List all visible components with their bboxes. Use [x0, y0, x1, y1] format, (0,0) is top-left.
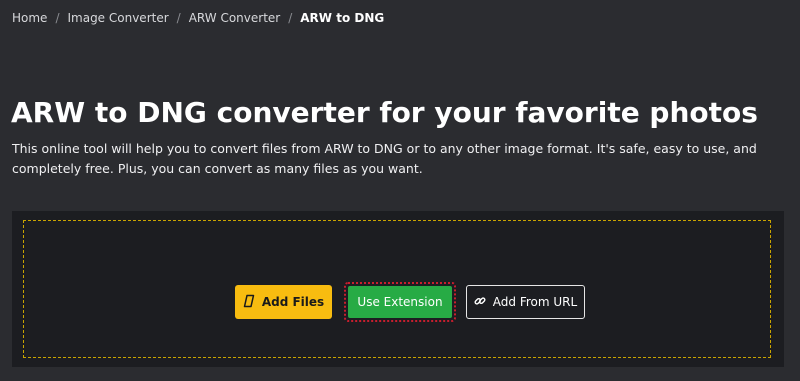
- add-files-label: Add Files: [261, 295, 325, 309]
- link-icon: [474, 295, 486, 310]
- file-drop-zone[interactable]: Add Files Use Extension Add From URL: [23, 220, 771, 358]
- breadcrumb-image-converter-link[interactable]: Image Converter: [67, 11, 168, 25]
- breadcrumb-separator: /: [176, 11, 181, 25]
- breadcrumb-separator: /: [288, 11, 293, 25]
- add-files-button[interactable]: Add Files: [235, 285, 332, 319]
- page-description: This online tool will help you to conver…: [12, 141, 757, 176]
- use-extension-focus-ring: Use Extension: [344, 282, 456, 322]
- use-extension-button[interactable]: Use Extension: [348, 286, 452, 318]
- breadcrumb-home-link[interactable]: Home: [12, 11, 47, 25]
- breadcrumb-current-page: ARW to DNG: [300, 11, 385, 25]
- use-extension-label: Use Extension: [357, 295, 443, 309]
- breadcrumb-separator: /: [55, 11, 60, 25]
- add-from-url-label: Add From URL: [492, 295, 578, 309]
- breadcrumb-arw-converter-link[interactable]: ARW Converter: [189, 11, 281, 25]
- page-title: ARW to DNG converter for your favorite p…: [11, 96, 758, 129]
- upload-panel: Add Files Use Extension Add From URL: [12, 211, 784, 367]
- add-from-url-button[interactable]: Add From URL: [466, 285, 585, 319]
- breadcrumb: Home / Image Converter / ARW Converter /…: [12, 11, 384, 25]
- file-icon: [243, 294, 255, 311]
